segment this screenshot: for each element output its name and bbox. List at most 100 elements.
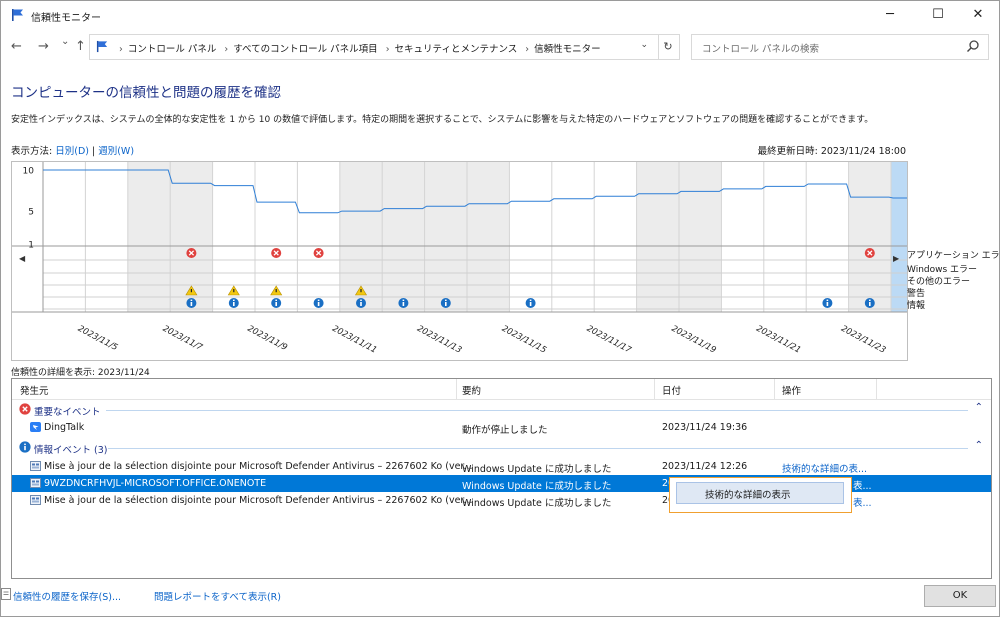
- collapse-caret-icon[interactable]: ⌃: [975, 440, 983, 451]
- info-marker-dot: [826, 299, 829, 301]
- row-date: 2023/11/24 12:26: [662, 461, 748, 472]
- save-history-icon: [1, 588, 11, 600]
- error-icon: [19, 403, 31, 415]
- column-action[interactable]: 操作: [782, 383, 801, 397]
- close-button[interactable]: ✕: [957, 1, 999, 29]
- info-marker-mark: [275, 302, 277, 306]
- day-column: [297, 162, 340, 312]
- navigation-bar: ← → ⌄ ↑ › コントロール パネル › すべてのコントロール パネル項目 › セ…: [1, 31, 999, 63]
- row-source: Mise à jour de la sélection disjointe po…: [44, 461, 473, 472]
- view-by-separator: |: [88, 146, 99, 157]
- warning-marker-mark: [190, 289, 192, 293]
- maximize-button[interactable]: ☐: [917, 1, 959, 29]
- context-menu-item-label: 技術的な詳細の表示: [705, 490, 791, 501]
- info-marker-mark: [317, 302, 320, 306]
- update-icon: [30, 461, 41, 471]
- chevron-right-icon: ›: [385, 44, 390, 55]
- view-daily-link[interactable]: 日別(D): [55, 146, 89, 157]
- dingtalk-app-icon: [30, 422, 41, 432]
- day-column: [127, 162, 171, 312]
- row-action-link[interactable]: 表...: [853, 495, 872, 509]
- chevron-down-icon[interactable]: ⌄: [640, 40, 648, 50]
- x-date-label: 2023/11/7: [161, 324, 205, 354]
- search-input[interactable]: コントロール パネルの検索: [702, 41, 819, 55]
- column-separator[interactable]: [654, 379, 655, 399]
- update-icon: [30, 478, 41, 488]
- day-column: [85, 162, 128, 312]
- x-date-label: 2023/11/15: [500, 324, 548, 356]
- minimize-button[interactable]: ─: [869, 1, 911, 29]
- row-summary: Windows Update に成功しました: [462, 481, 612, 492]
- x-date-label: 2023/11/21: [754, 324, 802, 356]
- view-weekly-link[interactable]: 週別(W): [98, 146, 134, 157]
- group-critical-title: 重要なイベント: [34, 407, 101, 418]
- stability-chart[interactable]: 10 5 1 2023/11/5 2023/11/7 2023/11/9 2023/11/1…: [11, 161, 908, 361]
- x-date-label: 2023/11/5: [76, 324, 119, 353]
- column-summary[interactable]: 要約: [462, 383, 481, 397]
- chevron-right-icon: ›: [525, 44, 530, 55]
- ok-button[interactable]: OK: [924, 585, 996, 607]
- row-action-link[interactable]: 表...: [853, 478, 872, 492]
- context-menu-item-technical-details[interactable]: 技術的な詳細の表示: [676, 482, 844, 504]
- x-date-label: 2023/11/19: [670, 324, 718, 356]
- back-button[interactable]: ←: [11, 39, 22, 54]
- forward-button[interactable]: →: [38, 39, 49, 54]
- x-date-label: 2023/11/23: [839, 324, 887, 356]
- group-divider: [108, 448, 968, 449]
- breadcrumb-control-panel[interactable]: コントロール パネル: [128, 44, 217, 55]
- column-separator[interactable]: [876, 379, 877, 399]
- group-info-title: 情報イベント (3): [34, 445, 108, 456]
- info-marker-dot: [233, 299, 235, 301]
- day-column: [424, 162, 467, 312]
- recent-locations-button[interactable]: ⌄: [61, 36, 69, 47]
- legend-info: 情報: [907, 301, 926, 311]
- scroll-left-arrow-icon[interactable]: ◀: [19, 254, 25, 263]
- breadcrumb-security-maintenance[interactable]: セキュリティとメンテナンス: [395, 44, 518, 55]
- breadcrumb-reliability-monitor[interactable]: 信頼性モニター: [534, 44, 601, 55]
- row-summary: Windows Update に成功しました: [462, 498, 612, 509]
- info-marker-mark: [233, 302, 235, 306]
- breadcrumb-all-items[interactable]: すべてのコントロール パネル項目: [233, 44, 377, 55]
- table-row[interactable]: Mise à jour de la sélection disjointe po…: [12, 458, 991, 475]
- y-tick-label: 5: [28, 208, 34, 218]
- info-marker-dot: [869, 299, 871, 301]
- group-info-events[interactable]: 情報イベント (3) ⌃: [12, 439, 991, 456]
- sort-ascending-icon: ⌃: [712, 378, 720, 386]
- row-source: Mise à jour de la sélection disjointe po…: [44, 495, 473, 506]
- info-marker-mark: [402, 302, 405, 306]
- view-by: 表示方法: 日別(D) | 週別(W): [11, 143, 134, 157]
- stability-chart-svg[interactable]: 10 5 1 2023/11/5 2023/11/7 2023/11/9 2023/11/1…: [12, 162, 907, 360]
- context-menu: 技術的な詳細の表示: [669, 477, 852, 513]
- column-source[interactable]: 発生元: [20, 383, 49, 397]
- chevron-right-icon: ›: [119, 44, 123, 55]
- scroll-right-arrow-icon[interactable]: ▶: [893, 254, 899, 263]
- view-all-reports-link[interactable]: 問題レポートをすべて表示(R): [154, 589, 281, 603]
- refresh-button[interactable]: ↻: [657, 34, 680, 60]
- column-date[interactable]: 日付: [662, 383, 681, 397]
- x-date-label: 2023/11/13: [415, 324, 463, 356]
- page-description: 安定性インデックスは、システムの全体的な安定性を 1 から 10 の数値で評価し…: [11, 115, 874, 125]
- info-marker-mark: [445, 302, 447, 306]
- warning-marker-mark: [233, 289, 235, 293]
- save-history-link[interactable]: 信頼性の履歴を保存(S)...: [13, 589, 121, 603]
- up-button[interactable]: ↑: [75, 39, 86, 54]
- day-column: [891, 162, 907, 312]
- column-separator[interactable]: [774, 379, 775, 399]
- info-marker-mark: [826, 302, 829, 306]
- day-column: [763, 162, 807, 312]
- day-column: [721, 162, 764, 312]
- search-box[interactable]: コントロール パネルの検索: [691, 34, 989, 60]
- column-separator[interactable]: [456, 379, 457, 399]
- row-summary: 動作が停止しました: [462, 425, 548, 436]
- search-icon: [967, 40, 979, 52]
- table-row[interactable]: DingTalk 動作が停止しました 2023/11/24 19:36: [12, 419, 991, 436]
- collapse-caret-icon[interactable]: ⌃: [975, 402, 983, 413]
- info-marker-mark: [869, 302, 871, 306]
- info-marker-dot: [529, 299, 532, 301]
- flag-icon: [12, 9, 23, 21]
- address-bar[interactable]: › コントロール パネル › すべてのコントロール パネル項目 › セキュリティとメン…: [89, 34, 659, 60]
- warning-marker-mark: [275, 289, 277, 293]
- info-marker-dot: [317, 299, 320, 301]
- row-action-link[interactable]: 技術的な詳細の表...: [782, 461, 867, 475]
- group-critical-events[interactable]: 重要なイベント ⌃: [12, 401, 991, 418]
